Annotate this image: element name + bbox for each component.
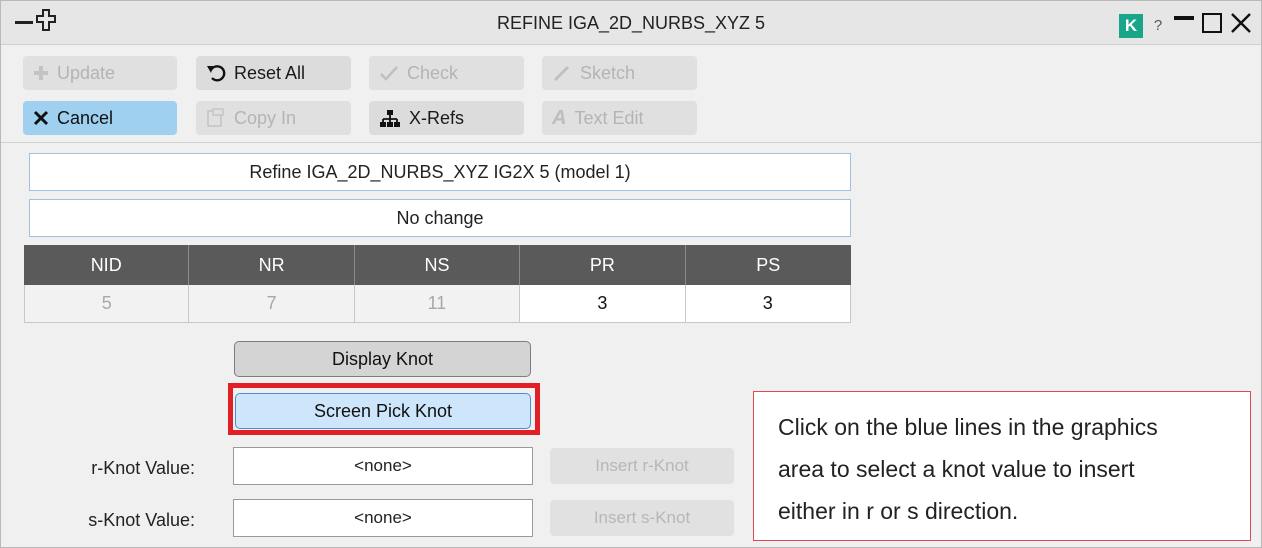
maximize-icon[interactable] <box>1201 12 1223 39</box>
screen-pick-knot-button[interactable]: Screen Pick Knot <box>235 393 531 429</box>
x-icon <box>33 110 49 126</box>
cancel-button[interactable]: Cancel <box>23 101 177 135</box>
cell-pr[interactable]: 3 <box>520 285 686 323</box>
parameter-table: NID NR NS PR PS 5 7 11 3 3 <box>24 245 851 323</box>
check-label: Check <box>407 62 459 83</box>
entity-heading: Refine IGA_2D_NURBS_XYZ IG2X 5 (model 1) <box>29 153 851 191</box>
window-title: REFINE IGA_2D_NURBS_XYZ 5 <box>496 13 766 33</box>
cell-ns: 11 <box>354 285 521 323</box>
reset-all-label: Reset All <box>234 62 306 83</box>
header-pr: PR <box>520 245 686 285</box>
insert-r-knot-button[interactable]: Insert r-Knot <box>550 448 734 484</box>
table-row: 5 7 11 3 3 <box>24 285 851 323</box>
header-nr: NR <box>189 245 355 285</box>
undo-icon <box>206 63 226 83</box>
status-box: No change <box>29 199 851 237</box>
header-ps: PS <box>685 245 851 285</box>
sketch-button[interactable]: Sketch <box>542 56 697 90</box>
display-knot-button[interactable]: Display Knot <box>234 341 531 377</box>
header-ns: NS <box>354 245 521 285</box>
text-a-icon: A <box>552 106 567 129</box>
text-edit-label: Text Edit <box>574 107 644 128</box>
copy-in-button[interactable]: Copy In <box>196 101 351 135</box>
paste-icon <box>206 108 226 128</box>
reset-all-button[interactable]: Reset All <box>196 56 351 90</box>
insert-s-knot-button[interactable]: Insert s-Knot <box>550 500 734 536</box>
checkmark-icon <box>379 64 399 82</box>
close-icon[interactable] <box>1229 11 1253 40</box>
x-refs-label: X-Refs <box>409 107 465 128</box>
title-bar: REFINE IGA_2D_NURBS_XYZ 5 K ? <box>1 1 1261 45</box>
header-nid: NID <box>24 245 190 285</box>
r-knot-label: r-Knot Value: <box>91 458 195 478</box>
minimize-icon[interactable] <box>1173 12 1195 39</box>
cancel-label: Cancel <box>57 107 114 128</box>
callout-line-2: area to select a knot value to insert <box>778 456 1135 482</box>
callout-line-1: Click on the blue lines in the graphics <box>778 414 1158 440</box>
help-icon[interactable]: ? <box>1149 14 1167 38</box>
table-header-row: NID NR NS PR PS <box>24 245 851 285</box>
copy-in-label: Copy In <box>234 107 297 128</box>
toolbar-divider <box>1 142 1261 143</box>
pencil-icon <box>552 63 572 83</box>
cell-ps[interactable]: 3 <box>685 285 851 323</box>
refine-dialog-window: REFINE IGA_2D_NURBS_XYZ 5 K ? Update Res… <box>0 0 1262 548</box>
title-bar-right-controls: K ? <box>1119 11 1253 40</box>
plus-icon <box>33 65 49 81</box>
update-button[interactable]: Update <box>23 56 177 90</box>
s-knot-field[interactable]: <none> <box>233 499 533 537</box>
s-knot-label: s-Knot Value: <box>88 510 195 530</box>
k-keyword-icon[interactable]: K <box>1119 13 1143 38</box>
r-knot-field[interactable]: <none> <box>233 447 533 485</box>
instruction-callout: Click on the blue lines in the graphics … <box>753 391 1251 541</box>
cell-nr: 7 <box>189 285 355 323</box>
callout-line-3: either in r or s direction. <box>778 498 1019 524</box>
sketch-label: Sketch <box>580 62 636 83</box>
hierarchy-icon <box>379 109 401 127</box>
cell-nid: 5 <box>24 285 190 323</box>
x-refs-button[interactable]: X-Refs <box>369 101 524 135</box>
text-edit-button[interactable]: A Text Edit <box>542 101 697 135</box>
check-button[interactable]: Check <box>369 56 524 90</box>
update-label: Update <box>57 62 116 83</box>
